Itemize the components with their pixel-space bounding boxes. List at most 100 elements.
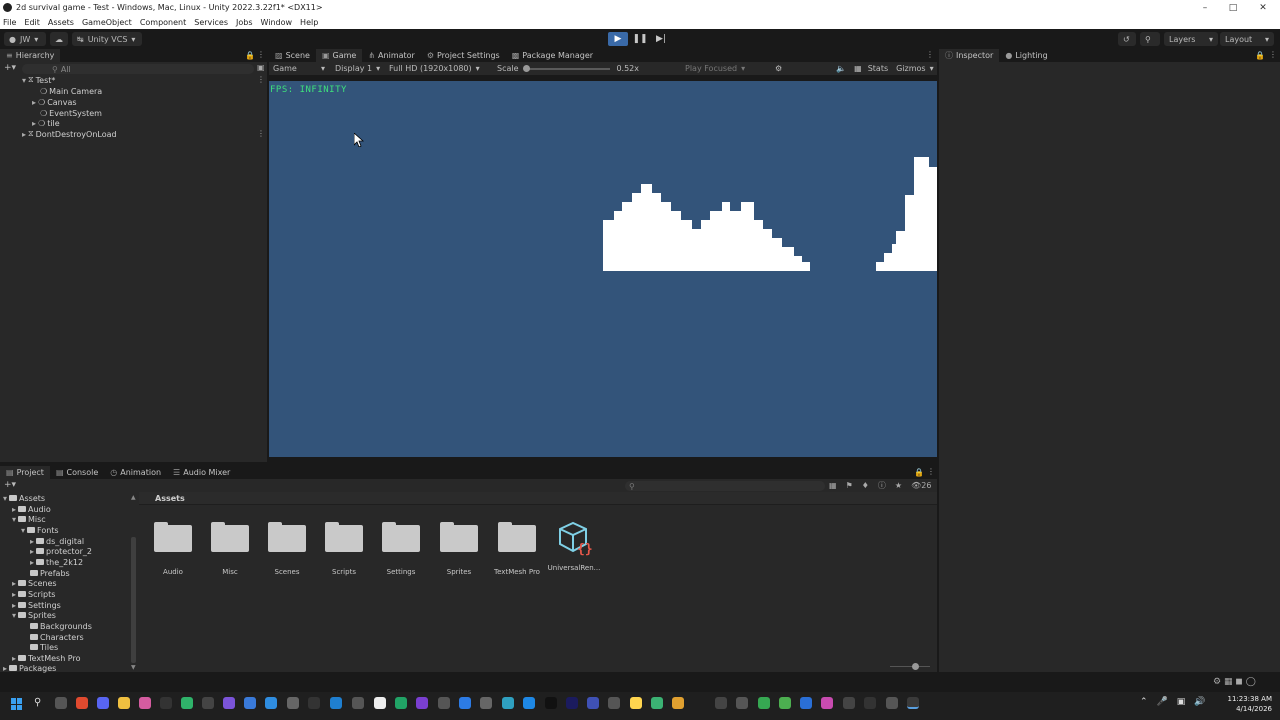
project-add-button[interactable]: +▾: [4, 480, 16, 490]
notepad-icon[interactable]: [374, 697, 386, 709]
taskbar-search-icon[interactable]: ⚲: [34, 697, 41, 708]
app-icon-8[interactable]: [608, 697, 620, 709]
hierarchy-item-canvas[interactable]: ▸ ❍ Canvas: [32, 97, 77, 107]
maximize-icon[interactable]: □: [1218, 0, 1248, 15]
brave-browser-icon[interactable]: [76, 697, 88, 709]
app-icon-10[interactable]: [651, 697, 663, 709]
app-icon-2[interactable]: [352, 697, 364, 709]
breadcrumb-assets[interactable]: Assets: [155, 494, 185, 503]
pycharm-icon[interactable]: [545, 697, 557, 709]
tab-package-manager[interactable]: ▩ Package Manager: [506, 49, 599, 62]
play-button[interactable]: ▶: [608, 32, 628, 46]
frame-debugger-icon[interactable]: ▦: [854, 64, 862, 73]
project-more-options-icon[interactable]: ⋮: [927, 467, 935, 476]
close-icon[interactable]: ✕: [1248, 0, 1278, 15]
tree-item-assets[interactable]: ▾ Assets: [3, 493, 45, 503]
asset-folder-misc[interactable]: Misc: [202, 520, 258, 576]
app-icon-11[interactable]: [672, 697, 684, 709]
tree-item-scripts[interactable]: ▸ Scripts: [12, 589, 55, 599]
tree-item-tiles[interactable]: Tiles: [30, 642, 58, 652]
unity-editor-icon[interactable]: [907, 697, 919, 709]
app-icon-19[interactable]: [864, 697, 876, 709]
chevron-down-icon[interactable]: ▾: [930, 64, 934, 73]
hierarchy-item-scene[interactable]: ▾ ⧖ Test*: [22, 75, 55, 85]
tree-item-textmesh-pro[interactable]: ▸ TextMesh Pro: [12, 653, 81, 663]
stats-toggle[interactable]: Stats: [868, 64, 888, 73]
tab-project[interactable]: ▤ Project: [0, 466, 50, 479]
hierarchy-search-input[interactable]: ⚲ All: [22, 64, 254, 74]
history-icon[interactable]: ↺: [1118, 32, 1136, 46]
asset-folder-audio[interactable]: Audio: [145, 520, 201, 576]
tab-console[interactable]: ▤ Console: [50, 466, 104, 479]
app-icon-20[interactable]: [886, 697, 898, 709]
tab-inspector[interactable]: ⓘ Inspector: [939, 49, 1000, 62]
unity-hub-icon[interactable]: [160, 697, 172, 709]
tree-item-packages[interactable]: ▸ Packages: [3, 663, 56, 673]
asset-folder-textmesh-pro[interactable]: TextMesh Pro: [489, 520, 545, 576]
tree-item-fonts[interactable]: ▾ Fonts: [21, 525, 59, 535]
play-focused-dropdown[interactable]: Play Focused ▾: [639, 64, 769, 73]
favorites-star-icon[interactable]: ★: [895, 481, 902, 490]
hidden-packages-icon[interactable]: 👁26: [911, 481, 931, 490]
discord-icon[interactable]: [97, 697, 109, 709]
debug-mode-icon[interactable]: ⚙: [1213, 677, 1221, 687]
file-explorer-icon[interactable]: [118, 697, 130, 709]
tree-item-audio[interactable]: ▸ Audio: [12, 504, 51, 514]
app-icon-14[interactable]: [758, 697, 770, 709]
menu-file[interactable]: File: [3, 18, 16, 27]
edge-icon[interactable]: [330, 697, 342, 709]
asset-folder-scripts[interactable]: Scripts: [316, 520, 372, 576]
layout-dropdown[interactable]: Layout ▾: [1220, 32, 1274, 46]
app-icon-gray[interactable]: [287, 697, 299, 709]
task-view-icon[interactable]: [55, 697, 67, 709]
lock-icon[interactable]: 🔒: [245, 51, 255, 60]
more-options-icon[interactable]: ⋮: [257, 50, 265, 59]
project-search-input[interactable]: ⚲: [625, 481, 825, 491]
app-icon-13[interactable]: [736, 697, 748, 709]
display-dropdown[interactable]: Display 1 ▾: [329, 64, 383, 73]
tree-item-the-2k12[interactable]: ▸ the_2k12: [30, 557, 83, 567]
asset-folder-sprites[interactable]: Sprites: [431, 520, 487, 576]
app-icon-18[interactable]: [843, 697, 855, 709]
app-icon-15[interactable]: [779, 697, 791, 709]
inspector-more-options-icon[interactable]: ⋮: [1269, 50, 1277, 59]
icon-size-slider[interactable]: [890, 663, 930, 670]
animate-icon[interactable]: [566, 697, 578, 709]
app-icon-pink[interactable]: [139, 697, 151, 709]
step-button[interactable]: ▶|: [651, 32, 671, 46]
search-icon[interactable]: ⚲: [1140, 32, 1160, 46]
bug-icon[interactable]: ⚙: [775, 64, 782, 73]
asset-universal-render-pipeline[interactable]: {} UniversalRen...: [546, 520, 602, 576]
scene-options-icon[interactable]: ⋮: [257, 75, 265, 84]
app-icon-7[interactable]: [587, 697, 599, 709]
spreadsheet-icon[interactable]: [395, 697, 407, 709]
gizmos-toggle[interactable]: Gizmos: [896, 64, 925, 73]
inspector-lock-icon[interactable]: 🔒: [1255, 51, 1265, 60]
account-dropdown[interactable]: ● JW ▾: [4, 32, 46, 46]
app-icon-green[interactable]: [181, 697, 193, 709]
tree-item-scenes[interactable]: ▸ Scenes: [12, 578, 57, 588]
app-icon-6[interactable]: [523, 697, 535, 709]
tree-item-backgrounds[interactable]: Backgrounds: [30, 621, 92, 631]
cloud-icon[interactable]: ☁: [50, 32, 68, 46]
hierarchy-item-tile[interactable]: ▸ ❍ tile: [32, 118, 60, 128]
tree-item-settings[interactable]: ▸ Settings: [12, 600, 61, 610]
game-mode-dropdown[interactable]: Game ▾: [269, 64, 329, 73]
tab-scene[interactable]: ▨ Scene: [269, 49, 316, 62]
vcs-dropdown[interactable]: ↹ Unity VCS ▾: [72, 32, 142, 46]
menu-component[interactable]: Component: [140, 18, 186, 27]
progress-icon[interactable]: ◼: [1235, 677, 1242, 687]
tab-hierarchy[interactable]: ≡ Hierarchy: [0, 49, 61, 62]
hierarchy-item-eventsystem[interactable]: ❍ EventSystem: [40, 108, 102, 118]
tree-item-sprites[interactable]: ▾ Sprites: [12, 610, 56, 620]
volume-icon[interactable]: 🔊: [1194, 697, 1205, 707]
cache-icon[interactable]: ▦: [1224, 677, 1233, 687]
search-by-tag-icon[interactable]: ♦: [862, 481, 869, 490]
settings-gear-icon[interactable]: [480, 697, 492, 709]
microphone-icon[interactable]: 🎤: [1157, 697, 1168, 707]
center-more-options-icon[interactable]: ⋮: [926, 50, 934, 59]
project-lock-icon[interactable]: 🔒: [914, 468, 924, 477]
tab-lighting[interactable]: ● Lighting: [999, 49, 1053, 62]
menu-jobs[interactable]: Jobs: [236, 18, 253, 27]
add-button[interactable]: +▾: [4, 63, 16, 74]
